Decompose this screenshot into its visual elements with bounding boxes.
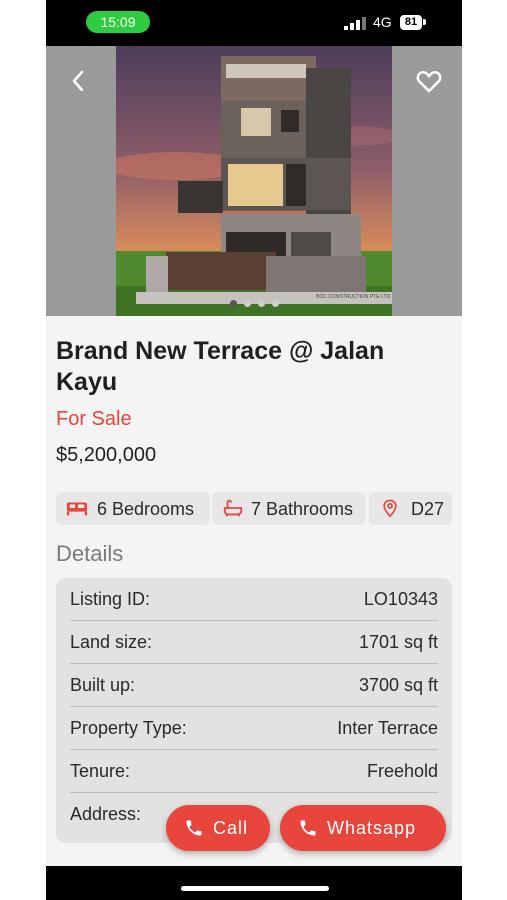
carousel-dot[interactable] (244, 300, 251, 307)
home-indicator[interactable] (181, 886, 329, 891)
detail-label: Land size: (70, 632, 153, 652)
details-card: Listing ID: LO10343 Land size: 1701 sq f… (56, 578, 452, 843)
detail-row-listing-id: Listing ID: LO10343 (70, 578, 438, 621)
detail-value: 1701 sq ft (358, 632, 438, 652)
details-heading: Details (56, 541, 124, 566)
location-pin-icon (383, 499, 397, 518)
phone-icon (186, 820, 202, 836)
listing-price: $5,200,000 (56, 444, 157, 466)
app-screen: 15:09 4G 81 BOC CONSTRUCTION PTE LTD Bra… (46, 0, 462, 900)
bedrooms-label: 6 Bedrooms (97, 499, 195, 519)
detail-row-property-type: Property Type: Inter Terrace (70, 707, 438, 750)
bathrooms-chip: 7 Bathrooms (212, 492, 366, 525)
call-button[interactable]: Call (166, 805, 270, 851)
network-type: 4G (373, 14, 392, 30)
carousel-dot[interactable] (258, 300, 265, 307)
battery-icon: 81 (400, 15, 422, 30)
carousel-indicator (230, 300, 280, 308)
carousel-dot[interactable] (230, 300, 237, 307)
bed-icon (66, 502, 88, 516)
favorite-button[interactable] (414, 66, 444, 96)
signal-icon (344, 16, 366, 30)
chevron-left-icon (72, 70, 84, 92)
detail-row-built-up: Built up: 3700 sq ft (70, 664, 438, 707)
detail-value: Freehold (366, 761, 438, 781)
heart-outline-icon (416, 71, 442, 93)
property-photo: BOC CONSTRUCTION PTE LTD (116, 46, 392, 316)
listing-title: Brand New Terrace @ Jalan Kayu (56, 337, 385, 396)
detail-row-tenure: Tenure: Freehold (70, 750, 438, 793)
listing-status: For Sale (56, 408, 132, 430)
battery-tip (423, 19, 426, 25)
svg-text:BOC CONSTRUCTION PTE LTD: BOC CONSTRUCTION PTE LTD (316, 294, 390, 300)
carousel-dot[interactable] (272, 300, 279, 307)
call-label: Call (213, 818, 249, 838)
whatsapp-label: Whatsapp (327, 818, 417, 838)
district-chip: D27 (369, 492, 452, 525)
detail-label: Tenure: (70, 761, 131, 781)
back-button[interactable] (64, 66, 94, 96)
whatsapp-button[interactable]: Whatsapp (280, 805, 446, 851)
bathrooms-label: 7 Bathrooms (251, 499, 354, 519)
detail-value: Inter Terrace (337, 718, 438, 738)
status-time: 15:09 (86, 11, 150, 33)
detail-label: Built up: (70, 675, 136, 695)
bedrooms-chip: 6 Bedrooms (56, 492, 210, 525)
detail-value: 3700 sq ft (358, 675, 438, 695)
detail-label: Address: (70, 804, 142, 824)
system-nav-bar (46, 866, 462, 900)
detail-value: LO10343 (363, 589, 438, 609)
phone-icon (300, 820, 316, 836)
photo-carousel[interactable]: BOC CONSTRUCTION PTE LTD (46, 46, 462, 316)
detail-label: Property Type: (70, 718, 187, 738)
status-bar: 15:09 4G 81 (46, 0, 462, 46)
detail-row-land-size: Land size: 1701 sq ft (70, 621, 438, 664)
district-label: D27 (411, 499, 445, 519)
bathtub-icon (223, 499, 243, 517)
detail-label: Listing ID: (70, 589, 151, 609)
